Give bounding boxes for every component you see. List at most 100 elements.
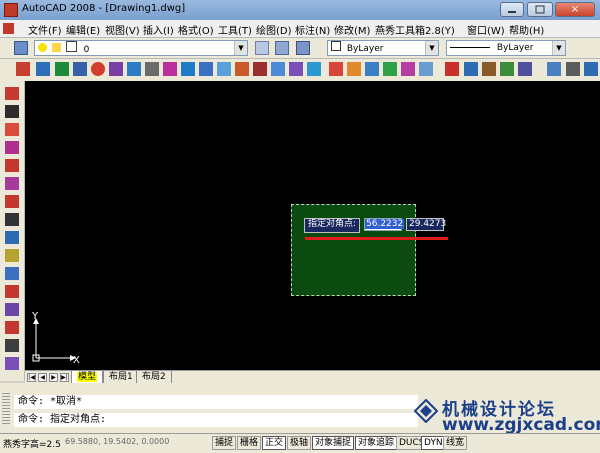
close-button[interactable]: ×	[555, 2, 595, 17]
tool-icon[interactable]	[5, 303, 19, 316]
layer-color-swatch	[65, 41, 77, 52]
tool-icon[interactable]	[55, 62, 69, 76]
tool-icon[interactable]	[518, 62, 532, 76]
layer-manager-icon[interactable]	[14, 41, 28, 55]
make-current-icon[interactable]	[255, 41, 269, 55]
linetype-combo[interactable]: ByLayer ▼	[446, 40, 566, 56]
tool-icon[interactable]	[584, 62, 598, 76]
minimize-icon	[508, 11, 516, 13]
document-icon[interactable]	[3, 23, 14, 34]
tool-icon[interactable]	[127, 62, 141, 76]
grid-toggle[interactable]: 栅格	[237, 436, 262, 450]
tool-icon[interactable]	[5, 321, 19, 334]
layer-on-icon	[38, 43, 47, 52]
layer-freeze-icon	[51, 43, 61, 52]
tool-icon[interactable]	[5, 231, 19, 244]
dynamic-input-prompt: 指定对角点:	[304, 218, 361, 233]
tool-icon[interactable]	[73, 62, 87, 76]
prev-tab-button[interactable]: ◀	[38, 373, 47, 382]
tool-icon[interactable]	[566, 62, 580, 76]
tool-icon[interactable]	[36, 62, 50, 76]
tool-icon[interactable]	[5, 177, 19, 190]
tool-icon[interactable]	[445, 62, 459, 76]
ucs-y-label: Y	[32, 311, 39, 322]
menu-yanxiu[interactable]: 燕秀工具箱2.8(Y)	[375, 22, 455, 37]
minimize-button[interactable]	[500, 2, 524, 17]
tool-icon[interactable]	[109, 62, 123, 76]
menu-dimension[interactable]: 标注(N)	[295, 22, 330, 37]
color-value: ByLayer	[346, 44, 384, 54]
tool-icon[interactable]	[199, 62, 213, 76]
tool-icon[interactable]	[347, 62, 361, 76]
lineweight-toggle[interactable]: 线宽	[443, 436, 468, 450]
polar-toggle[interactable]: 极轴	[287, 436, 312, 450]
menu-format[interactable]: 格式(O)	[178, 22, 214, 37]
menu-tools[interactable]: 工具(T)	[218, 22, 252, 37]
tool-icon[interactable]	[5, 105, 19, 118]
tool-icon[interactable]	[289, 62, 303, 76]
menu-edit[interactable]: 编辑(E)	[66, 22, 100, 37]
tool-icon[interactable]	[5, 285, 19, 298]
menu-draw[interactable]: 绘图(D)	[256, 22, 292, 37]
watermark-url: www.zgjxcad.com	[442, 415, 600, 435]
tool-icon[interactable]	[5, 339, 19, 352]
tool-icon[interactable]	[5, 159, 19, 172]
last-tab-button[interactable]: ▶|	[60, 373, 69, 382]
tool-icon[interactable]	[464, 62, 478, 76]
color-combo[interactable]: ByLayer ▼	[327, 40, 439, 56]
command-prompt-line[interactable]: 命令: 指定对角点:	[14, 413, 418, 427]
menu-insert[interactable]: 插入(I)	[143, 22, 174, 37]
tool-icon[interactable]	[401, 62, 415, 76]
tool-icon[interactable]	[307, 62, 321, 76]
drag-handle[interactable]	[2, 393, 10, 425]
menu-file[interactable]: 文件(F)	[28, 22, 62, 37]
linetype-value: ByLayer	[496, 43, 534, 53]
linetype-sample	[450, 47, 490, 48]
tool-icon[interactable]	[419, 62, 433, 76]
tool-icon[interactable]	[181, 62, 195, 76]
menu-modify[interactable]: 修改(M)	[334, 22, 370, 37]
tool-icon[interactable]	[145, 62, 159, 76]
first-tab-button[interactable]: |◀	[27, 373, 36, 382]
tool-icon[interactable]	[253, 62, 267, 76]
tool-icon[interactable]	[329, 62, 343, 76]
tool-icon[interactable]	[271, 62, 285, 76]
tool-icon[interactable]	[16, 62, 30, 76]
dynamic-input-x[interactable]: 56.2232	[364, 218, 405, 231]
restore-button[interactable]	[527, 2, 553, 17]
tool-icon[interactable]	[5, 357, 19, 370]
tool-icon[interactable]	[500, 62, 514, 76]
tool-icon[interactable]	[91, 62, 105, 76]
layer-previous-icon[interactable]	[275, 41, 289, 55]
tool-icon[interactable]	[5, 249, 19, 262]
osnap-toggle[interactable]: 对象捕捉	[312, 436, 355, 450]
tool-icon[interactable]	[5, 195, 19, 208]
tool-icon[interactable]	[365, 62, 379, 76]
tool-icon[interactable]	[547, 62, 561, 76]
otrack-toggle[interactable]: 对象追踪	[355, 436, 398, 450]
tool-icon[interactable]	[5, 213, 19, 226]
menu-window[interactable]: 窗口(W)	[467, 22, 505, 37]
tool-icon[interactable]	[217, 62, 231, 76]
tool-icon[interactable]	[5, 87, 19, 100]
tool-icon[interactable]	[163, 62, 177, 76]
layer-states-icon[interactable]	[296, 41, 310, 55]
menu-view[interactable]: 视图(V)	[105, 22, 140, 37]
snap-toggle[interactable]: 捕捉	[212, 436, 237, 450]
dynamic-input-y[interactable]: 29.4273	[406, 218, 446, 231]
tool-icon[interactable]	[5, 267, 19, 280]
autocad-app-icon[interactable]	[4, 3, 18, 17]
menu-help[interactable]: 帮助(H)	[509, 22, 544, 37]
layer-combo[interactable]: 0 ▼	[34, 40, 248, 56]
tool-icon[interactable]	[482, 62, 496, 76]
next-tab-button[interactable]: ▶	[49, 373, 58, 382]
tool-icon[interactable]	[5, 141, 19, 154]
ortho-toggle[interactable]: 正交	[262, 436, 287, 450]
drawing-area[interactable]: 指定对角点: 56.2232 29.4273 Y X	[25, 81, 600, 370]
dyn-toggle[interactable]: DYN	[421, 436, 446, 450]
diamond-logo-icon	[414, 399, 438, 423]
tool-icon[interactable]	[383, 62, 397, 76]
chevron-down-icon: ▼	[234, 41, 247, 55]
tool-icon[interactable]	[235, 62, 249, 76]
tool-icon[interactable]	[5, 123, 19, 136]
